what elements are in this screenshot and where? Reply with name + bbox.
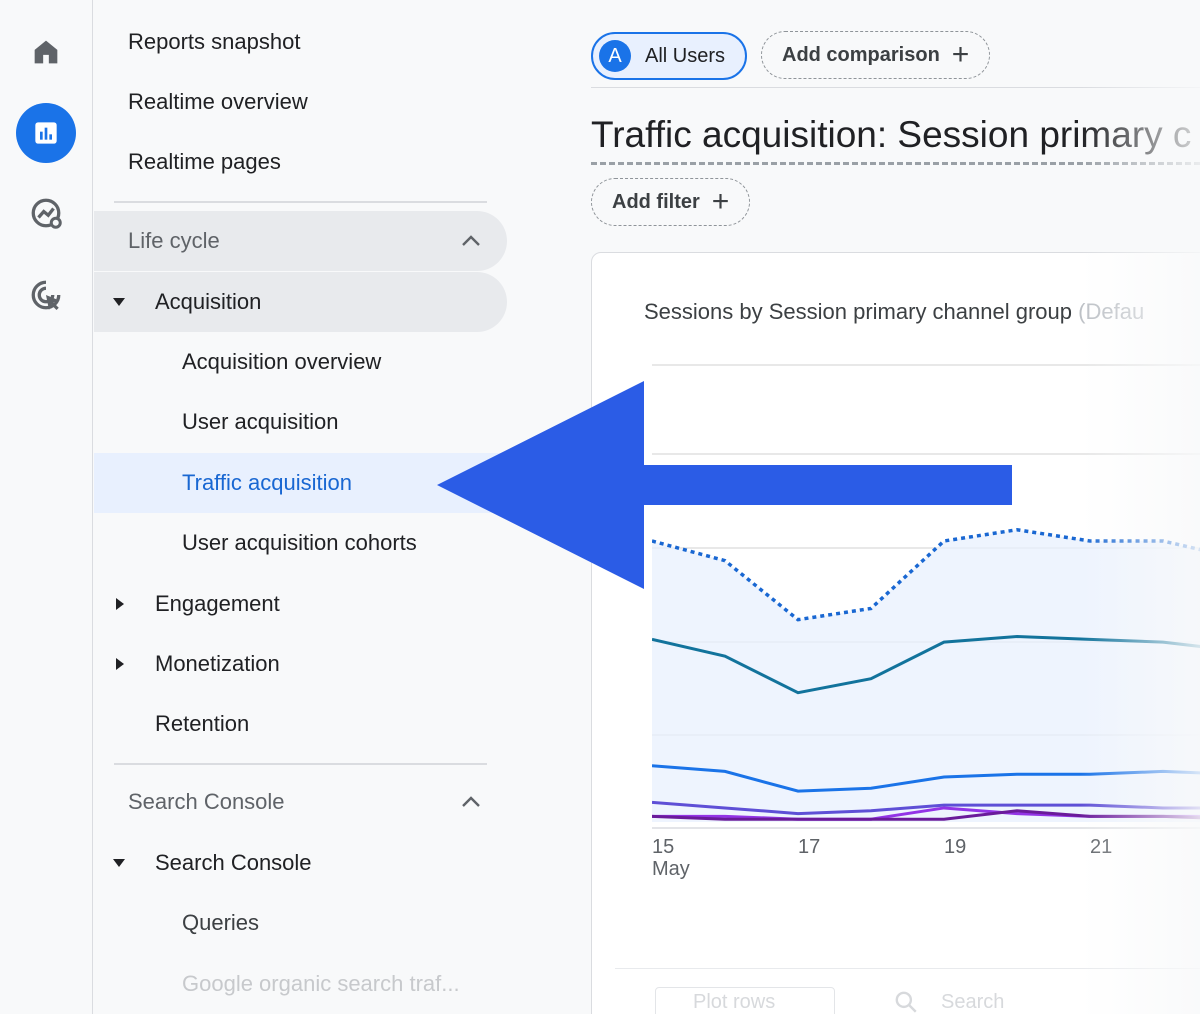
segment-chip-all-users[interactable]: A All Users xyxy=(591,32,747,80)
reports-icon[interactable] xyxy=(16,103,76,163)
table-search-input[interactable]: Search xyxy=(941,991,1004,1014)
sessions-line-chart: 15May 17 19 21 xyxy=(652,364,1200,880)
chevron-up-icon xyxy=(462,235,480,246)
plus-icon: + xyxy=(951,38,970,71)
segment-avatar: A xyxy=(599,40,631,72)
header-divider xyxy=(591,87,1200,88)
nav-divider xyxy=(114,201,487,203)
caret-down-icon xyxy=(113,859,125,867)
icon-rail xyxy=(0,0,93,1014)
add-comparison-label: Add comparison xyxy=(782,43,940,66)
add-filter-label: Add filter xyxy=(612,190,700,213)
plus-icon: + xyxy=(711,185,730,218)
add-filter-button[interactable]: Add filter + xyxy=(591,178,751,226)
caret-down-icon xyxy=(113,298,125,306)
series-area xyxy=(652,529,1200,822)
segment-label: All Users xyxy=(645,44,726,67)
life-cycle-header[interactable]: Life cycle xyxy=(94,211,507,271)
explore-icon[interactable] xyxy=(16,183,76,243)
nav-divider xyxy=(114,763,487,765)
caret-right-icon xyxy=(116,658,124,670)
search-icon xyxy=(895,991,917,1013)
x-tick-label: 19 xyxy=(944,836,966,858)
add-comparison-button[interactable]: Add comparison + xyxy=(761,31,991,79)
x-tick-label: 21 xyxy=(1090,836,1112,858)
advertising-icon[interactable] xyxy=(16,265,76,325)
home-icon[interactable] xyxy=(16,22,76,82)
x-tick-label: 15 xyxy=(652,836,674,858)
plot-rows-label: Plot rows xyxy=(693,991,776,1013)
page-title: Traffic acquisition: Session primary c xyxy=(591,114,1192,155)
chevron-up-icon xyxy=(462,796,480,807)
x-tick-month-label: May xyxy=(652,858,690,880)
x-tick-label: 17 xyxy=(798,836,820,858)
title-underline xyxy=(591,162,1200,165)
caret-right-icon xyxy=(116,598,124,610)
nav-item-acquisition[interactable]: Acquisition xyxy=(94,272,507,332)
table-toolbar: Plot rows Search xyxy=(615,968,1200,1014)
search-console-header[interactable]: Search Console xyxy=(94,772,507,832)
main-content: A All Users Add comparison + Traffic acq… xyxy=(525,0,1200,1014)
chart-title: Sessions by Session primary channel grou… xyxy=(644,299,1145,324)
report-nav: Reports snapshot Realtime overview Realt… xyxy=(94,0,524,1014)
